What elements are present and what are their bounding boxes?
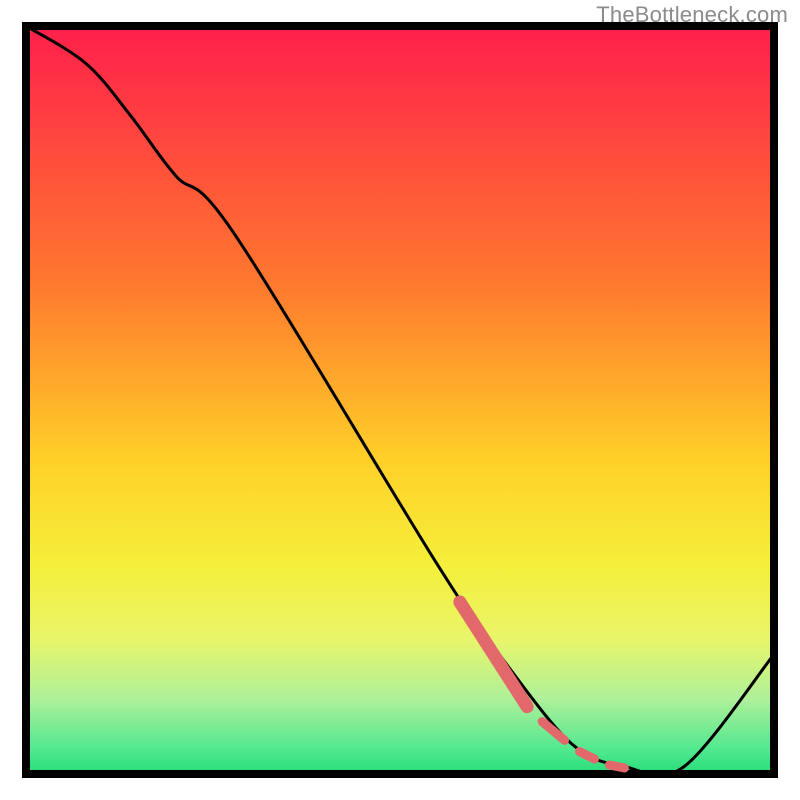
bottleneck-chart <box>0 0 800 800</box>
chart-container: TheBottleneck.com <box>0 0 800 800</box>
gradient-background <box>26 26 774 774</box>
highlight-segment-3 <box>609 765 624 768</box>
watermark-text: TheBottleneck.com <box>596 2 788 28</box>
